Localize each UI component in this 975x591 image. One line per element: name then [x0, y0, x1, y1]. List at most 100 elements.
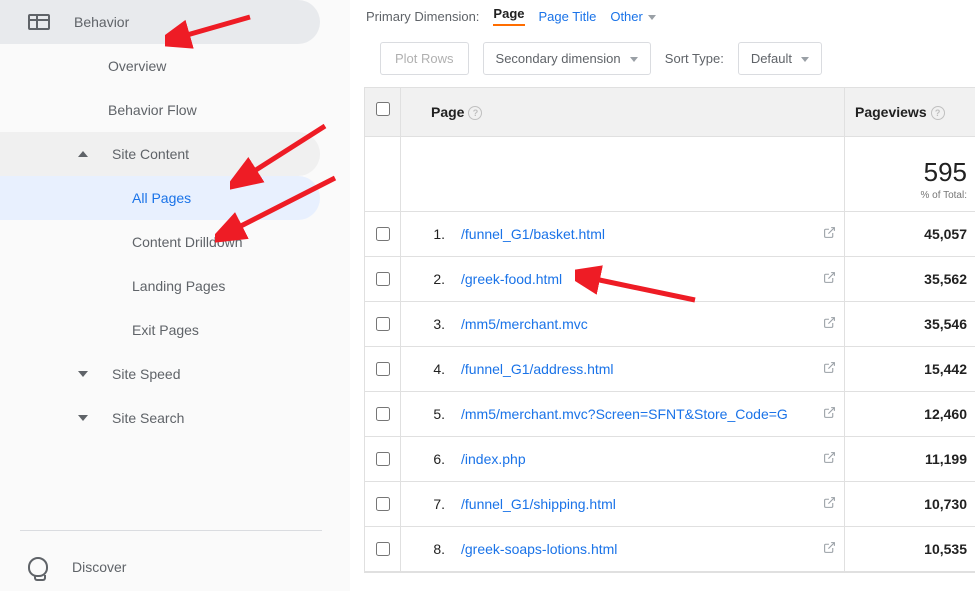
nav-discover[interactable]: Discover — [0, 543, 350, 591]
page-link[interactable]: /index.php — [451, 439, 814, 479]
dim-page[interactable]: Page — [493, 6, 524, 26]
nav-item-exit-pages[interactable]: Exit Pages — [0, 308, 350, 352]
table-row: 6./index.php11,199 — [365, 437, 975, 482]
summary-row: 595 % of Total: — [365, 137, 975, 212]
nav-label: Site Content — [112, 146, 189, 162]
row-checkbox[interactable] — [376, 317, 390, 331]
row-checkbox[interactable] — [376, 452, 390, 466]
row-number: 8. — [401, 527, 451, 571]
pageviews-value: 15,442 — [845, 349, 975, 389]
open-link-icon[interactable] — [814, 451, 844, 467]
nav-item-site-speed[interactable]: Site Speed — [0, 352, 350, 396]
nav-label: Exit Pages — [132, 322, 199, 338]
table-row: 8./greek-soaps-lotions.html 10,535 — [365, 527, 975, 572]
dim-other[interactable]: Other — [610, 9, 656, 24]
caret-down-icon — [78, 371, 88, 377]
row-checkbox-cell — [365, 302, 401, 346]
page-link[interactable]: /mm5/merchant.mvc — [451, 304, 814, 344]
row-checkbox[interactable] — [376, 407, 390, 421]
nav-behavior[interactable]: Behavior — [0, 0, 320, 44]
table-row: 2./greek-food.html 35,562 — [365, 257, 975, 302]
nav-item-landing-pages[interactable]: Landing Pages — [0, 264, 350, 308]
nav-item-site-search[interactable]: Site Search — [0, 396, 350, 440]
table-row: 7./funnel_G1/shipping.html 10,730 — [365, 482, 975, 527]
primary-dim-label: Primary Dimension: — [366, 9, 479, 24]
open-link-icon[interactable] — [814, 406, 844, 422]
chevron-down-icon — [801, 57, 809, 62]
pageviews-value: 45,057 — [845, 214, 975, 254]
nav-item-behavior-flow[interactable]: Behavior Flow — [0, 88, 350, 132]
help-icon[interactable]: ? — [468, 106, 482, 120]
bulb-icon — [28, 557, 48, 577]
row-number: 1. — [401, 212, 451, 256]
pageviews-value: 12,460 — [845, 394, 975, 434]
row-number: 4. — [401, 347, 451, 391]
open-link-icon[interactable] — [814, 496, 844, 512]
page-link[interactable]: /mm5/merchant.mvc?Screen=SFNT&Store_Code… — [451, 394, 814, 434]
nav-label: Site Speed — [112, 366, 181, 382]
table-row: 5./mm5/merchant.mvc?Screen=SFNT&Store_Co… — [365, 392, 975, 437]
nav-label: Behavior Flow — [108, 102, 197, 118]
sidebar: Behavior Overview Behavior Flow Site Conte… — [0, 0, 350, 591]
page-link[interactable]: /funnel_G1/address.html — [451, 349, 814, 389]
nav-item-overview[interactable]: Overview — [0, 44, 350, 88]
row-checkbox-cell — [365, 527, 401, 571]
header-checkbox-cell — [365, 88, 401, 136]
chevron-down-icon — [630, 57, 638, 62]
table-row: 4./funnel_G1/address.html 15,442 — [365, 347, 975, 392]
nav-label: Landing Pages — [132, 278, 225, 294]
page-link[interactable]: /greek-food.html — [451, 259, 814, 299]
caret-down-icon — [78, 415, 88, 421]
nav-item-all-pages[interactable]: All Pages — [0, 176, 320, 220]
main-content: Primary Dimension: Page Page Title Other… — [350, 0, 975, 591]
open-link-icon[interactable] — [814, 271, 844, 287]
row-checkbox[interactable] — [376, 227, 390, 241]
col-pageviews[interactable]: Pageviews? — [845, 88, 975, 136]
row-checkbox[interactable] — [376, 497, 390, 511]
row-checkbox-cell — [365, 437, 401, 481]
col-page[interactable]: Page? — [401, 88, 845, 136]
row-number: 5. — [401, 392, 451, 436]
discover-label: Discover — [72, 559, 126, 575]
page-link[interactable]: /greek-soaps-lotions.html — [451, 529, 814, 569]
row-checkbox[interactable] — [376, 272, 390, 286]
sort-type-label: Sort Type: — [665, 51, 724, 66]
row-number: 3. — [401, 302, 451, 346]
pageviews-value: 35,546 — [845, 304, 975, 344]
open-link-icon[interactable] — [814, 226, 844, 242]
dim-page-title[interactable]: Page Title — [539, 9, 597, 24]
open-link-icon[interactable] — [814, 361, 844, 377]
pages-table: Page? Pageviews? 595 % of Total: 1./funn… — [364, 87, 975, 573]
chevron-down-icon — [648, 15, 656, 20]
sort-default-select[interactable]: Default — [738, 42, 822, 75]
table-toolbar: Plot Rows Secondary dimension Sort Type:… — [364, 38, 975, 87]
table-row: 3./mm5/merchant.mvc 35,546 — [365, 302, 975, 347]
pageviews-value: 10,730 — [845, 484, 975, 524]
open-link-icon[interactable] — [814, 541, 844, 557]
row-number: 2. — [401, 257, 451, 301]
summary-pageviews: 595 % of Total: — [845, 137, 975, 211]
nav-label: All Pages — [132, 190, 191, 206]
nav-label: Behavior — [74, 14, 129, 30]
pageviews-value: 35,562 — [845, 259, 975, 299]
page-link[interactable]: /funnel_G1/basket.html — [451, 214, 814, 254]
page-link[interactable]: /funnel_G1/shipping.html — [451, 484, 814, 524]
row-checkbox[interactable] — [376, 362, 390, 376]
nav-label: Content Drilldown — [132, 234, 243, 250]
nav-label: Site Search — [112, 410, 184, 426]
pageviews-value: 10,535 — [845, 529, 975, 569]
open-link-icon[interactable] — [814, 316, 844, 332]
primary-dimension-row: Primary Dimension: Page Page Title Other — [364, 6, 975, 26]
help-icon[interactable]: ? — [931, 106, 945, 120]
row-checkbox-cell — [365, 257, 401, 301]
nav-item-site-content[interactable]: Site Content — [0, 132, 320, 176]
row-number: 6. — [401, 437, 451, 481]
row-number: 7. — [401, 482, 451, 526]
nav-item-content-drilldown[interactable]: Content Drilldown — [0, 220, 350, 264]
secondary-dimension-select[interactable]: Secondary dimension — [483, 42, 651, 75]
plot-rows-button[interactable]: Plot Rows — [380, 42, 469, 75]
select-all-checkbox[interactable] — [376, 102, 390, 116]
row-checkbox[interactable] — [376, 542, 390, 556]
caret-up-icon — [78, 151, 88, 157]
row-checkbox-cell — [365, 392, 401, 436]
